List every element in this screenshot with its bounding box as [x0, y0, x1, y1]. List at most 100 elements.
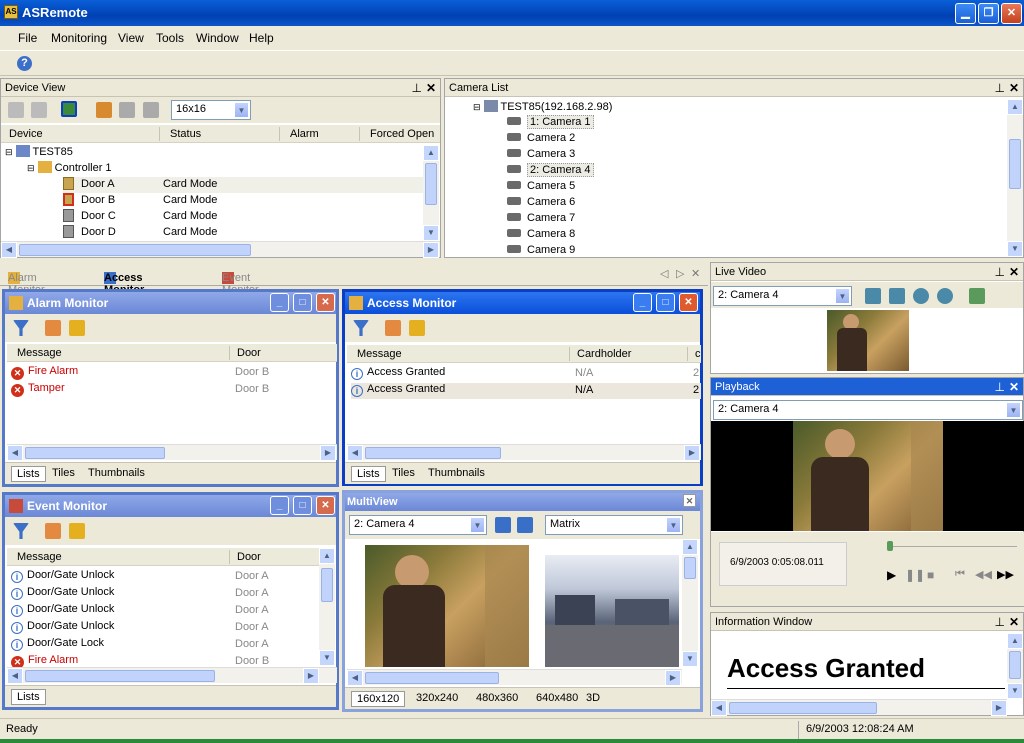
- scroll-right-icon[interactable]: ▶: [991, 700, 1007, 716]
- prev-camera-icon[interactable]: [495, 517, 511, 533]
- tab-scroll-left-icon[interactable]: ◁: [660, 267, 668, 280]
- close-button[interactable]: ✕: [679, 293, 698, 312]
- list-item[interactable]: i Door/Gate Unlock Door A: [11, 620, 311, 636]
- tab-thumbnails[interactable]: Thumbnails: [83, 466, 150, 480]
- scroll-thumb[interactable]: [365, 672, 499, 684]
- scroll-left-icon[interactable]: ◀: [7, 668, 23, 684]
- filter-icon[interactable]: [13, 523, 29, 539]
- playback-video-area[interactable]: [711, 421, 1024, 531]
- grid-icon[interactable]: [45, 523, 61, 539]
- scroll-thumb[interactable]: [1009, 139, 1021, 189]
- scroll-thumb[interactable]: [729, 702, 877, 714]
- device-icon[interactable]: [119, 102, 135, 118]
- scroll-up-icon[interactable]: ▲: [682, 539, 698, 555]
- tab-lists[interactable]: Lists: [351, 466, 386, 482]
- camera-item[interactable]: Camera 8: [507, 228, 707, 244]
- door-row[interactable]: Door A Card Mode: [63, 177, 423, 193]
- vertical-scrollbar[interactable]: ▲ ▼: [319, 548, 335, 666]
- tree-root[interactable]: ⊟ TEST85: [5, 145, 405, 161]
- door-row[interactable]: Door C Card Mode: [63, 209, 423, 225]
- menu-view[interactable]: View: [118, 31, 144, 45]
- connect-icon[interactable]: [61, 101, 77, 117]
- camera-item[interactable]: Camera 5: [507, 180, 707, 196]
- multiview-camera-select[interactable]: 2: Camera 4 ▼: [349, 515, 487, 535]
- minimize-button[interactable]: _: [270, 496, 289, 515]
- scroll-up-icon[interactable]: ▲: [319, 548, 335, 564]
- move-icon[interactable]: [889, 288, 905, 304]
- layout-select[interactable]: Matrix ▼: [545, 515, 683, 535]
- stop-icon[interactable]: ■: [927, 568, 934, 582]
- menu-help[interactable]: Help: [249, 31, 274, 45]
- scroll-down-icon[interactable]: ▼: [1007, 241, 1023, 257]
- scroll-right-icon[interactable]: ▶: [303, 668, 319, 684]
- close-button[interactable]: ✕: [316, 293, 335, 312]
- camera-item[interactable]: Camera 7: [507, 212, 707, 228]
- col-message[interactable]: Message: [17, 551, 62, 563]
- col-forced-open[interactable]: Forced Open: [370, 128, 434, 140]
- fast-forward-icon[interactable]: ▶▶: [997, 568, 1014, 581]
- size-480x360[interactable]: 480x360: [471, 691, 523, 705]
- list-item[interactable]: ✕ Fire Alarm Door B: [11, 365, 331, 381]
- pin-icon[interactable]: ⊥: [994, 380, 1004, 394]
- video-tile-office[interactable]: [545, 555, 679, 667]
- live-video-feed[interactable]: [827, 310, 909, 371]
- vertical-scrollbar[interactable]: ▲ ▼: [423, 145, 439, 241]
- tab-close-icon[interactable]: ✕: [691, 267, 700, 280]
- download-icon[interactable]: [96, 102, 112, 118]
- pause-icon[interactable]: ❚❚: [905, 568, 925, 582]
- size-320x240[interactable]: 320x240: [411, 691, 463, 705]
- menu-monitoring[interactable]: Monitoring: [51, 31, 107, 45]
- door-row[interactable]: Door B Card Mode: [63, 193, 423, 209]
- camera-item[interactable]: 2: Camera 4: [507, 163, 707, 180]
- list-item[interactable]: i Door/Gate Unlock Door A: [11, 569, 311, 585]
- unlink-icon[interactable]: [31, 102, 47, 118]
- minimize-button[interactable]: _: [633, 293, 652, 312]
- minimize-button[interactable]: ▁: [955, 3, 976, 24]
- device-settings-icon[interactable]: [143, 102, 159, 118]
- size-3d[interactable]: 3D: [581, 691, 605, 705]
- help-icon[interactable]: ?: [17, 56, 32, 71]
- scroll-right-icon[interactable]: ▶: [423, 242, 439, 258]
- tab-lists[interactable]: Lists: [11, 689, 46, 705]
- tab-tiles[interactable]: Tiles: [387, 466, 420, 480]
- col-message[interactable]: Message: [357, 348, 402, 360]
- col-cardholder[interactable]: Cardholder: [577, 348, 631, 360]
- camera-item[interactable]: 1: Camera 1: [507, 115, 707, 132]
- col-device[interactable]: Device: [9, 128, 43, 140]
- camera-tree-root[interactable]: ⊟ TEST85(192.168.2.98): [473, 100, 773, 116]
- seek-handle[interactable]: [887, 541, 893, 551]
- scroll-down-icon[interactable]: ▼: [1007, 683, 1023, 699]
- scroll-up-icon[interactable]: ▲: [1007, 99, 1023, 115]
- camera-item[interactable]: Camera 9: [507, 244, 707, 260]
- fit-window-icon[interactable]: [865, 288, 881, 304]
- menu-window[interactable]: Window: [196, 31, 239, 45]
- horizontal-scrollbar[interactable]: ◀ ▶: [7, 667, 337, 684]
- horizontal-scrollbar[interactable]: ◀ ▶: [1, 241, 440, 258]
- size-640x480[interactable]: 640x480: [531, 691, 583, 705]
- close-button[interactable]: ✕: [316, 496, 335, 515]
- scroll-down-icon[interactable]: ▼: [682, 651, 698, 667]
- scroll-thumb[interactable]: [684, 557, 696, 579]
- restore-button[interactable]: ❐: [978, 3, 999, 24]
- video-tile-camera-4[interactable]: [365, 545, 529, 667]
- scroll-up-icon[interactable]: ▲: [1007, 633, 1023, 649]
- scroll-right-icon[interactable]: ▶: [320, 445, 336, 461]
- col-status[interactable]: Status: [170, 128, 201, 140]
- camera-item[interactable]: Camera 6: [507, 196, 707, 212]
- list-item[interactable]: i Access Granted N/A 2: [351, 366, 701, 382]
- close-icon[interactable]: ✕: [1009, 265, 1019, 279]
- scroll-thumb[interactable]: [19, 244, 251, 256]
- zoom-in-icon[interactable]: [913, 288, 929, 304]
- scroll-left-icon[interactable]: ◀: [7, 445, 23, 461]
- camera-item[interactable]: Camera 3: [507, 148, 707, 164]
- tab-tiles[interactable]: Tiles: [47, 466, 80, 480]
- size-160x120[interactable]: 160x120: [351, 691, 406, 707]
- maximize-button[interactable]: □: [656, 293, 675, 312]
- lock-icon[interactable]: [69, 320, 85, 336]
- scroll-right-icon[interactable]: ▶: [665, 670, 681, 686]
- snapshot-icon[interactable]: [969, 288, 985, 304]
- scroll-thumb[interactable]: [25, 447, 165, 459]
- camera-item[interactable]: Camera 2: [507, 132, 707, 148]
- filter-icon[interactable]: [353, 320, 369, 336]
- horizontal-scrollbar[interactable]: ◀ ▶: [347, 669, 682, 686]
